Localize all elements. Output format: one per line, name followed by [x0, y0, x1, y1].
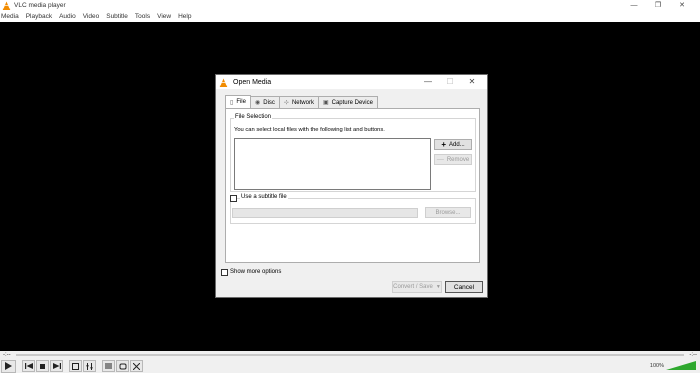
show-more-options-label: Show more options	[230, 269, 282, 275]
convert-save-label: Convert / Save	[393, 284, 433, 290]
convert-save-button[interactable]: Convert / Save ▼	[392, 281, 442, 293]
dialog-close-button[interactable]: ✕	[461, 75, 483, 89]
menu-subtitle[interactable]: Subtitle	[106, 13, 128, 20]
loop-button[interactable]	[116, 360, 129, 372]
file-tab-panel: File Selection You can select local file…	[225, 108, 480, 263]
disc-icon: ◉	[254, 100, 261, 106]
playlist-button[interactable]	[102, 360, 115, 372]
minus-icon: —	[436, 156, 444, 163]
playlist-icon	[105, 363, 112, 369]
app-titlebar: VLC media player — ❐ ✕	[0, 0, 700, 11]
playback-controls: 100%	[0, 359, 700, 373]
tab-network[interactable]: ⊹ Network	[278, 96, 319, 108]
seek-row: -:-- -:--	[0, 351, 700, 359]
dropdown-arrow-icon[interactable]: ▼	[436, 284, 441, 290]
app-title: VLC media player	[14, 2, 66, 9]
cancel-button[interactable]: Cancel	[445, 281, 483, 293]
elapsed-time: -:--	[3, 352, 11, 358]
dialog-window-controls: — ☐ ✕	[417, 75, 483, 89]
menu-help[interactable]: Help	[178, 13, 191, 20]
tab-capture-device-label: Capture Device	[331, 99, 373, 106]
volume-control[interactable]: 100%	[650, 361, 696, 370]
menu-bar: Media Playback Audio Video Subtitle Tool…	[0, 11, 700, 22]
capture-device-icon: ▣	[322, 100, 329, 106]
use-subtitle-checkbox[interactable]	[230, 195, 237, 202]
file-list[interactable]	[234, 138, 431, 190]
open-media-dialog: Open Media — ☐ ✕ ▯ File ◉ Disc ⊹ Network…	[215, 74, 488, 298]
next-icon	[52, 363, 61, 369]
extended-settings-button[interactable]	[83, 360, 96, 372]
minimize-button[interactable]: —	[622, 0, 646, 11]
seek-slider[interactable]	[16, 354, 684, 356]
menu-tools[interactable]: Tools	[135, 13, 150, 20]
browse-label: Browse...	[435, 209, 461, 216]
shuffle-button[interactable]	[130, 360, 143, 372]
remove-file-button[interactable]: — Remove	[434, 154, 472, 165]
dialog-titlebar: Open Media — ☐ ✕	[216, 75, 487, 89]
window-controls: — ❐ ✕	[622, 0, 694, 11]
file-selection-description: You can select local files with the foll…	[234, 127, 385, 133]
vlc-cone-icon	[2, 1, 11, 10]
show-more-options-checkbox[interactable]	[221, 269, 228, 276]
fullscreen-button[interactable]	[69, 360, 82, 372]
tab-disc[interactable]: ◉ Disc	[249, 96, 280, 108]
fullscreen-icon	[72, 362, 79, 370]
menu-view[interactable]: View	[157, 13, 171, 20]
tab-capture-device[interactable]: ▣ Capture Device	[317, 96, 378, 108]
network-icon: ⊹	[283, 100, 289, 106]
menu-playback[interactable]: Playback	[26, 13, 52, 20]
equalizer-icon	[86, 362, 93, 370]
tab-file-label: File	[236, 99, 246, 105]
add-file-label: Add...	[448, 141, 465, 148]
loop-icon	[119, 363, 126, 369]
subtitle-group: Use a subtitle file Browse...	[230, 194, 476, 224]
file-selection-group: File Selection You can select local file…	[230, 114, 476, 192]
browse-subtitle-button[interactable]: Browse...	[425, 207, 471, 218]
play-button[interactable]	[1, 359, 16, 373]
restore-button[interactable]: ❐	[646, 0, 670, 11]
subtitle-path-field[interactable]	[232, 208, 418, 218]
file-icon: ▯	[230, 99, 234, 106]
use-subtitle-label: Use a subtitle file	[240, 194, 288, 200]
previous-icon	[24, 363, 33, 369]
stop-icon	[40, 363, 45, 369]
stop-button[interactable]	[36, 360, 49, 372]
shuffle-icon	[133, 362, 140, 370]
dialog-minimize-button[interactable]: —	[417, 75, 439, 89]
close-button[interactable]: ✕	[670, 0, 694, 11]
volume-percent: 100%	[649, 362, 664, 369]
add-file-button[interactable]: + Add...	[434, 139, 472, 150]
tab-network-label: Network	[291, 99, 314, 106]
play-icon	[5, 362, 12, 370]
menu-media[interactable]: Media	[1, 13, 19, 20]
dialog-tabs: ▯ File ◉ Disc ⊹ Network ▣ Capture Device	[225, 95, 378, 108]
remove-file-label: Remove	[446, 156, 470, 163]
total-time: -:--	[689, 352, 697, 358]
previous-button[interactable]	[22, 360, 35, 372]
cancel-label: Cancel	[453, 283, 475, 291]
dialog-maximize-button[interactable]: ☐	[439, 75, 461, 89]
menu-video[interactable]: Video	[83, 13, 100, 20]
next-button[interactable]	[50, 360, 63, 372]
tab-file[interactable]: ▯ File	[225, 95, 251, 108]
menu-audio[interactable]: Audio	[59, 13, 76, 20]
file-selection-legend: File Selection	[234, 114, 273, 120]
tab-disc-label: Disc	[263, 99, 275, 106]
volume-slider[interactable]	[666, 361, 696, 370]
vlc-cone-icon	[219, 77, 228, 87]
plus-icon: +	[441, 139, 446, 149]
dialog-title: Open Media	[233, 78, 272, 86]
